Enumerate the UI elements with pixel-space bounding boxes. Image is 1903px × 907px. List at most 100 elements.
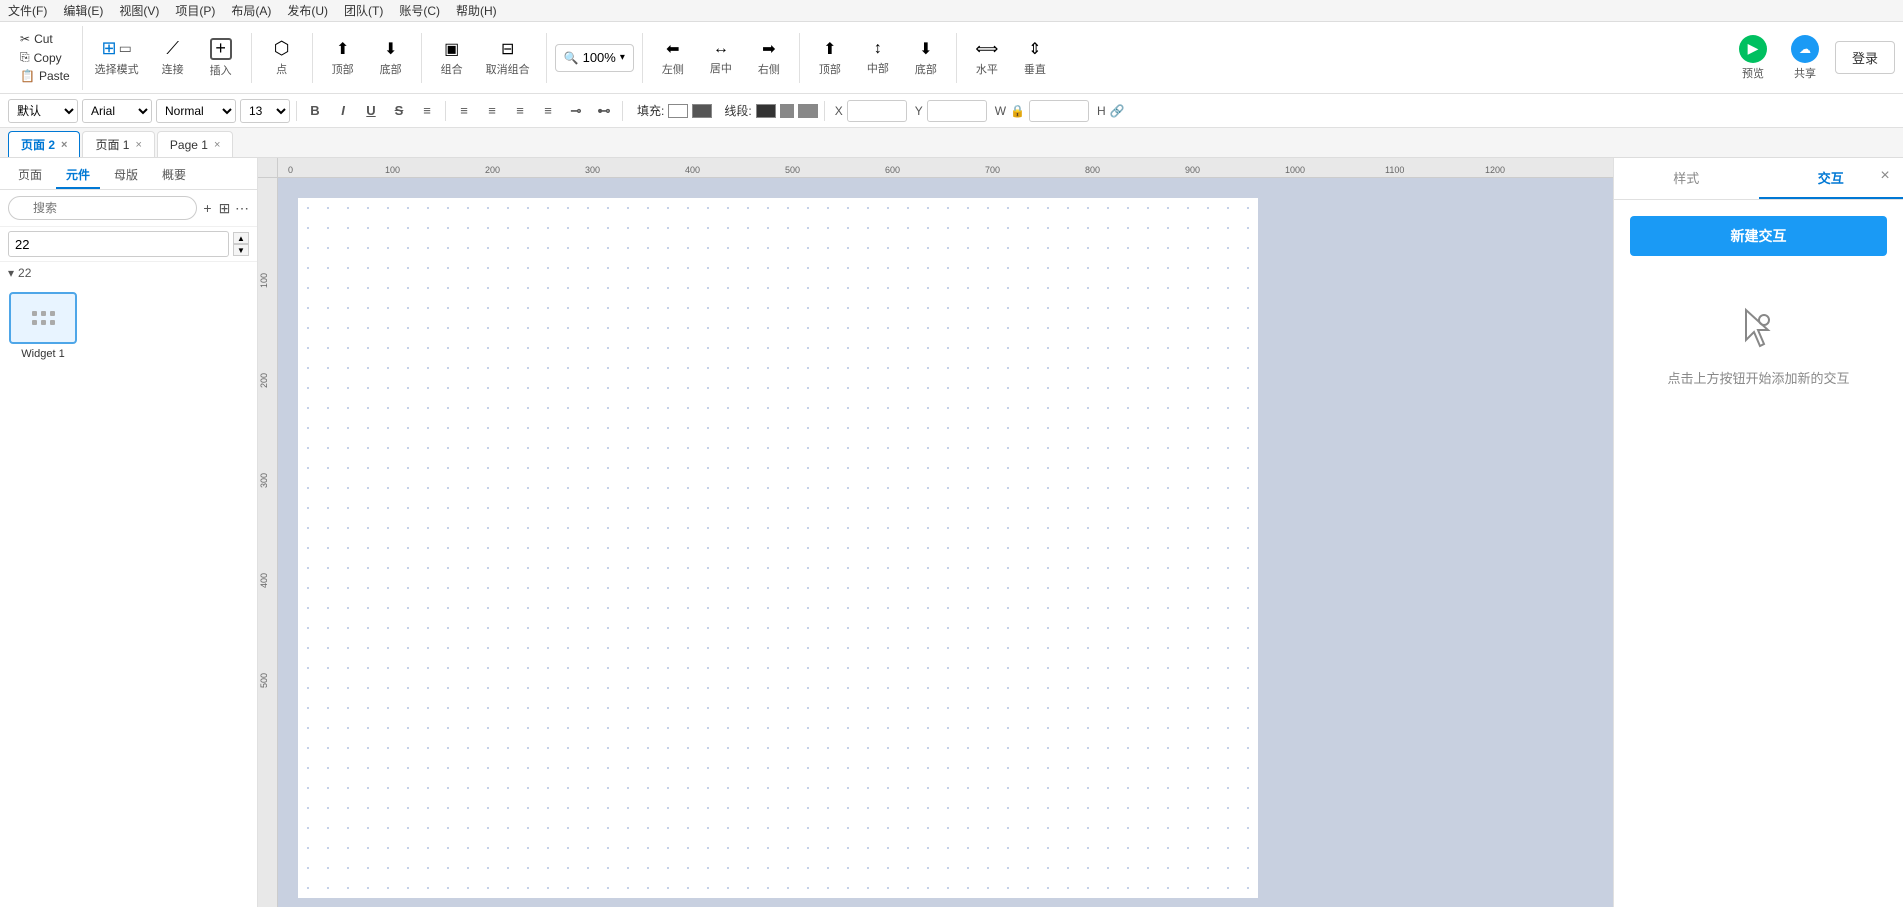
canvas-area[interactable]: 0 100 200 300 400 500 600 700 800 900 10… bbox=[258, 158, 1613, 907]
number-down-button[interactable]: ▼ bbox=[233, 244, 249, 256]
cut-button[interactable]: ✂ Cut bbox=[16, 31, 74, 47]
menu-layout[interactable]: 布局(A) bbox=[231, 2, 271, 19]
align-center-button[interactable]: ↔ 居中 bbox=[699, 36, 743, 80]
justify-button[interactable]: ≡ bbox=[536, 99, 560, 123]
add-widget-button[interactable]: + bbox=[201, 196, 214, 220]
distribute-h-icon: ⟺ bbox=[975, 39, 998, 59]
align-bottom-button[interactable]: ⬇ 底部 bbox=[904, 35, 948, 81]
insert-button[interactable]: + 插入 bbox=[199, 34, 243, 82]
ruler-tick-1000: 1000 bbox=[1285, 165, 1305, 175]
paste-button[interactable]: 📋 Paste bbox=[16, 68, 74, 84]
distribute-h-button[interactable]: ⟺ 水平 bbox=[965, 35, 1009, 81]
right-tab-style[interactable]: 样式 bbox=[1614, 158, 1759, 199]
align-center-text-button[interactable]: ≡ bbox=[480, 99, 504, 123]
menu-file[interactable]: 文件(F) bbox=[8, 2, 47, 19]
line-color-dark[interactable] bbox=[756, 104, 776, 118]
group-button[interactable]: ▣ 组合 bbox=[430, 35, 474, 81]
line-size[interactable] bbox=[780, 104, 794, 118]
distribute-v-icon: ⇕ bbox=[1028, 39, 1041, 59]
left-tab-masters[interactable]: 母版 bbox=[104, 162, 148, 189]
tab-page2-close[interactable]: × bbox=[61, 139, 67, 151]
top-icon: ⬆ bbox=[336, 39, 349, 59]
tab-page1[interactable]: 页面 1 × bbox=[82, 131, 154, 157]
align-top-button[interactable]: ⬆ 顶部 bbox=[808, 35, 852, 81]
number-input[interactable] bbox=[8, 231, 229, 257]
menu-view[interactable]: 视图(V) bbox=[119, 2, 159, 19]
number-up-button[interactable]: ▲ bbox=[233, 232, 249, 244]
fill-color-dark[interactable] bbox=[692, 104, 712, 118]
x-input[interactable] bbox=[847, 100, 907, 122]
left-tab-widgets[interactable]: 元件 bbox=[56, 162, 100, 189]
zoom-dropdown-icon: ▾ bbox=[620, 52, 625, 63]
copy-button[interactable]: ⎘ Copy bbox=[16, 49, 74, 66]
bottom-button[interactable]: ⬇ 底部 bbox=[369, 35, 413, 81]
canvas-page[interactable] bbox=[298, 198, 1258, 898]
italic-button[interactable]: I bbox=[331, 99, 355, 123]
share-button[interactable]: ☁ 共享 bbox=[1783, 31, 1827, 85]
menu-team[interactable]: 团队(T) bbox=[344, 2, 383, 19]
widget-item[interactable]: Widget 1 bbox=[8, 292, 78, 360]
style-type-dropdown[interactable]: Normal bbox=[156, 99, 236, 123]
connect-button[interactable]: ⟋ 连接 bbox=[151, 34, 195, 81]
tab-page1-close[interactable]: × bbox=[135, 139, 141, 151]
point-button[interactable]: ⬡ 点 bbox=[260, 34, 304, 81]
ruler-vtick-100: 100 bbox=[259, 273, 269, 288]
align-left-text-button[interactable]: ≡ bbox=[452, 99, 476, 123]
login-button[interactable]: 登录 bbox=[1835, 41, 1895, 74]
cursor-icon bbox=[1734, 302, 1784, 352]
fill-color-white[interactable] bbox=[668, 104, 688, 118]
format-sep2 bbox=[445, 101, 446, 121]
edit-group: ✂ Cut ⎘ Copy 📋 Paste bbox=[8, 26, 83, 90]
y-input[interactable] bbox=[927, 100, 987, 122]
align-left-button[interactable]: ⬅ 左侧 bbox=[651, 35, 695, 81]
top-button[interactable]: ⬆ 顶部 bbox=[321, 35, 365, 81]
menu-help[interactable]: 帮助(H) bbox=[456, 2, 497, 19]
align-middle-button[interactable]: ↕ 中部 bbox=[856, 36, 900, 80]
outdent-button[interactable]: ⊷ bbox=[592, 99, 616, 123]
left-tab-pages[interactable]: 页面 bbox=[8, 162, 52, 189]
style-dropdown[interactable]: 默认 bbox=[8, 99, 78, 123]
close-panel-button[interactable]: × bbox=[1875, 166, 1895, 186]
w-label: W bbox=[995, 104, 1006, 118]
ruler-vertical: 100 200 300 400 500 bbox=[258, 178, 278, 907]
line-label: 线段: bbox=[724, 102, 751, 119]
tab-page-en-close[interactable]: × bbox=[214, 139, 220, 151]
category-expand-icon[interactable]: ▾ bbox=[8, 266, 14, 280]
grid-view-button[interactable]: ⊞ bbox=[218, 196, 231, 220]
left-tab-outline[interactable]: 概要 bbox=[152, 162, 196, 189]
right-toolbar: ▶ 预览 ☁ 共享 登录 bbox=[1731, 31, 1895, 85]
underline-button[interactable]: U bbox=[359, 99, 383, 123]
zoom-control[interactable]: 🔍 100% ▾ bbox=[555, 44, 634, 72]
ungroup-icon: ⊟ bbox=[501, 39, 514, 59]
ruler-horizontal: 0 100 200 300 400 500 600 700 800 900 10… bbox=[278, 158, 1613, 178]
select-mode-icon2: ▭ bbox=[119, 40, 132, 57]
bold-button[interactable]: B bbox=[303, 99, 327, 123]
line-style[interactable] bbox=[798, 104, 818, 118]
strikethrough-button[interactable]: S bbox=[387, 99, 411, 123]
menu-account[interactable]: 账号(C) bbox=[399, 2, 440, 19]
share-icon: ☁ bbox=[1791, 35, 1819, 63]
distribute-v-label: 垂直 bbox=[1024, 61, 1046, 77]
menu-edit[interactable]: 编辑(E) bbox=[63, 2, 103, 19]
font-size-dropdown[interactable]: 13 bbox=[240, 99, 290, 123]
w-input[interactable] bbox=[1029, 100, 1089, 122]
ungroup-button[interactable]: ⊟ 取消组合 bbox=[478, 35, 538, 81]
canvas-content[interactable] bbox=[278, 178, 1613, 907]
paste-icon: 📋 bbox=[20, 69, 35, 83]
preview-button[interactable]: ▶ 预览 bbox=[1731, 31, 1775, 85]
new-interaction-button[interactable]: 新建交互 bbox=[1630, 216, 1887, 256]
menu-project[interactable]: 项目(P) bbox=[175, 2, 215, 19]
align-right-button[interactable]: ➡ 右侧 bbox=[747, 35, 791, 81]
list-button[interactable]: ≡ bbox=[415, 99, 439, 123]
menu-publish[interactable]: 发布(U) bbox=[287, 2, 328, 19]
distribute-v-button[interactable]: ⇕ 垂直 bbox=[1013, 35, 1057, 81]
tab-page2[interactable]: 页面 2 × bbox=[8, 131, 80, 157]
more-options-button[interactable]: ⋯ bbox=[235, 196, 249, 220]
separator6 bbox=[799, 33, 800, 83]
search-input[interactable] bbox=[8, 196, 197, 220]
indent-button[interactable]: ⊸ bbox=[564, 99, 588, 123]
font-dropdown[interactable]: Arial bbox=[82, 99, 152, 123]
align-right-text-button[interactable]: ≡ bbox=[508, 99, 532, 123]
select-mode-button[interactable]: ⊞ ▭ 选择模式 bbox=[87, 34, 147, 81]
tab-page-en[interactable]: Page 1 × bbox=[157, 131, 233, 157]
